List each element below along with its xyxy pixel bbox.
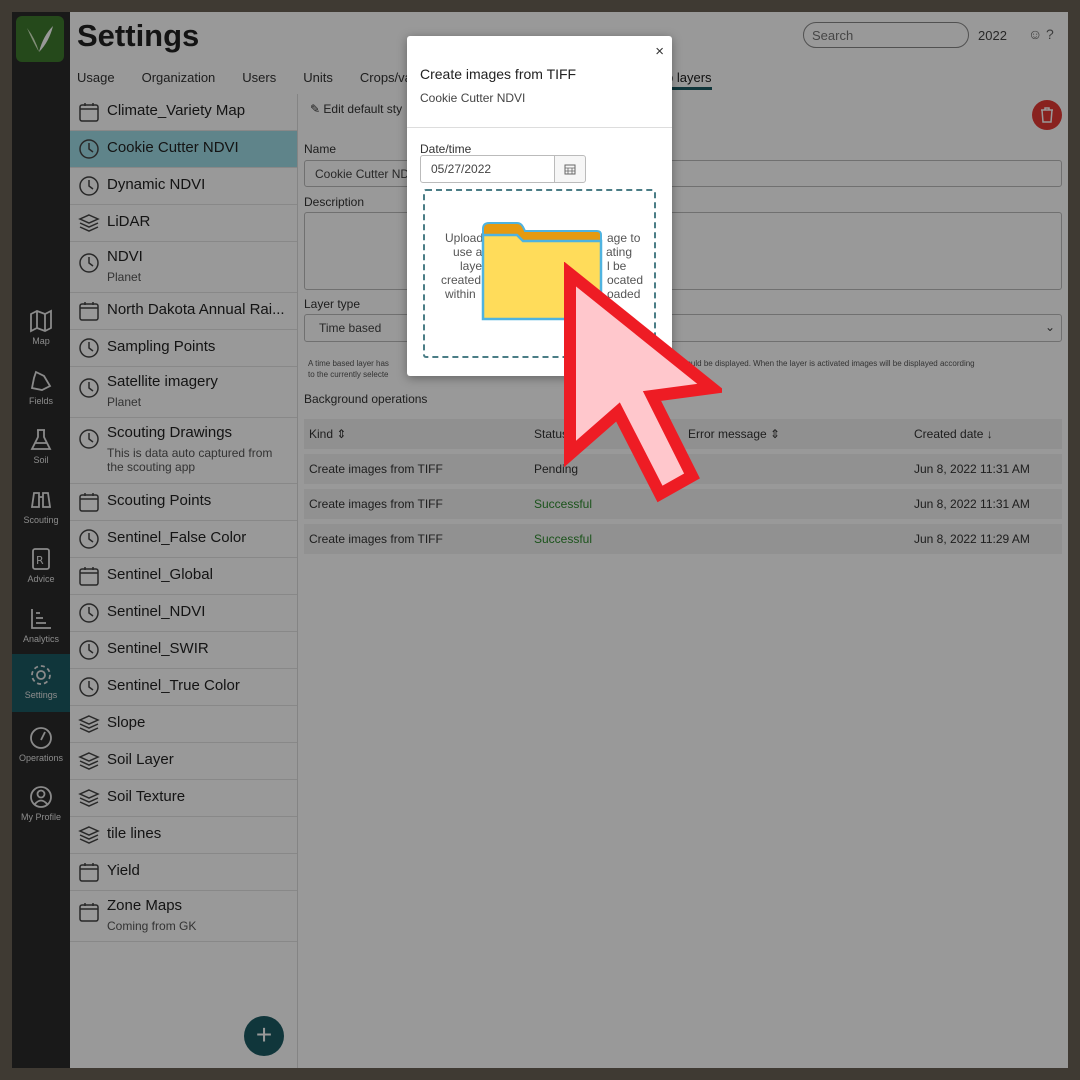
close-icon[interactable]: × <box>655 43 664 60</box>
calendar-icon <box>564 164 576 175</box>
dialog-subtitle: Cookie Cutter NDVI <box>420 91 526 105</box>
divider <box>407 127 672 128</box>
cursor-arrow-icon <box>564 262 722 503</box>
calendar-button[interactable] <box>554 155 586 183</box>
date-input[interactable]: 05/27/2022 <box>420 155 555 183</box>
dialog-title: Create images from TIFF <box>420 66 577 82</box>
app-frame: Map Fields Soil Scouting R Advice Analyt… <box>12 12 1068 1068</box>
date-label: Date/time <box>420 142 472 156</box>
